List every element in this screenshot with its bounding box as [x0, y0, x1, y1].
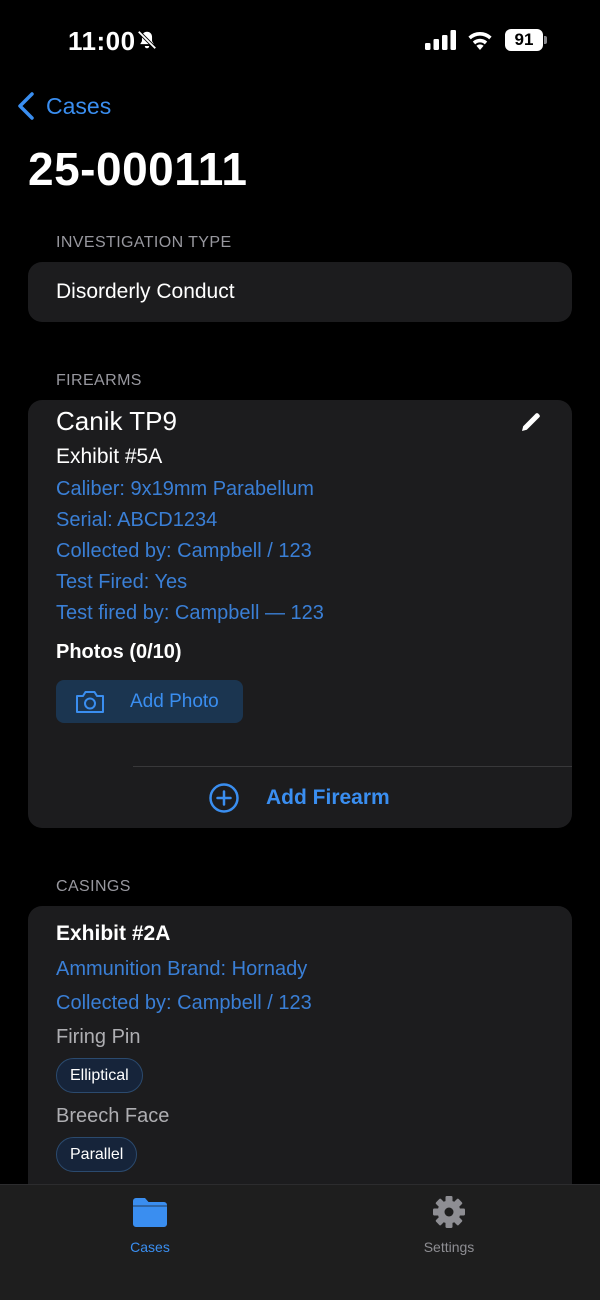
casing-collected-by: Collected by: Campbell / 123	[56, 992, 312, 1014]
tab-bar: Cases Settings	[0, 1184, 600, 1300]
casing-ammo-brand: Ammunition Brand: Hornady	[56, 958, 308, 980]
section-header-investigation-type: INVESTIGATION TYPE	[56, 234, 232, 251]
add-photo-label: Add Photo	[130, 690, 219, 712]
section-header-casings: CASINGS	[56, 878, 131, 895]
battery-tip	[544, 36, 547, 44]
back-button[interactable]: Cases	[16, 88, 111, 124]
investigation-type-value: Disorderly Conduct	[56, 280, 235, 303]
firearm-collected-by: Collected by: Campbell / 123	[56, 540, 312, 562]
gear-icon	[433, 1196, 465, 1228]
battery-level: 91	[514, 30, 534, 49]
breech-face-label: Breech Face	[56, 1105, 170, 1127]
back-label: Cases	[46, 92, 112, 119]
firearm-test-fired: Test Fired: Yes	[56, 571, 188, 593]
status-time: 11:00	[68, 26, 136, 56]
add-firearm-label: Add Firearm	[266, 786, 390, 809]
folder-icon	[133, 1198, 167, 1227]
plus-circle-icon	[209, 783, 239, 813]
investigation-type-card[interactable]: Disorderly Conduct	[28, 262, 572, 322]
bell-slash-icon	[137, 30, 157, 50]
tab-settings[interactable]: Settings	[389, 1195, 509, 1259]
photos-label: Photos (0/10)	[56, 641, 182, 663]
camera-icon	[76, 690, 104, 713]
firearms-card: Canik TP9 Exhibit #5A Caliber: 9x19mm Pa…	[28, 400, 572, 828]
firearm-exhibit: Exhibit #5A	[56, 445, 163, 468]
page-title: 25-000111	[28, 143, 248, 195]
firing-pin-chip[interactable]: Elliptical	[56, 1058, 143, 1093]
firearm-name: Canik TP9	[56, 406, 177, 436]
casings-card[interactable]: Exhibit #2A Ammunition Brand: Hornady Co…	[28, 906, 572, 1206]
add-photo-button[interactable]: Add Photo	[56, 680, 243, 723]
tab-cases-label: Cases	[130, 1239, 170, 1255]
cellular-signal-icon	[425, 30, 456, 50]
section-header-firearms: FIREARMS	[56, 372, 142, 389]
add-firearm-button[interactable]: Add Firearm	[208, 782, 390, 814]
pencil-icon[interactable]	[519, 410, 543, 434]
casing-exhibit: Exhibit #2A	[56, 922, 171, 945]
wifi-icon	[468, 31, 492, 50]
tab-cases[interactable]: Cases	[90, 1195, 210, 1259]
firearm-caliber: Caliber: 9x19mm Parabellum	[56, 478, 314, 500]
battery-icon: 91	[505, 29, 543, 51]
tab-settings-label: Settings	[423, 1239, 475, 1255]
divider	[133, 766, 572, 767]
chevron-left-icon	[18, 92, 34, 120]
status-bar: 11:00 91	[0, 0, 600, 82]
firearm-serial: Serial: ABCD1234	[56, 509, 218, 531]
breech-face-chip[interactable]: Parallel	[56, 1137, 138, 1172]
firearm-test-fired-by: Test fired by: Campbell — 123	[56, 602, 324, 624]
firing-pin-label: Firing Pin	[56, 1026, 141, 1048]
